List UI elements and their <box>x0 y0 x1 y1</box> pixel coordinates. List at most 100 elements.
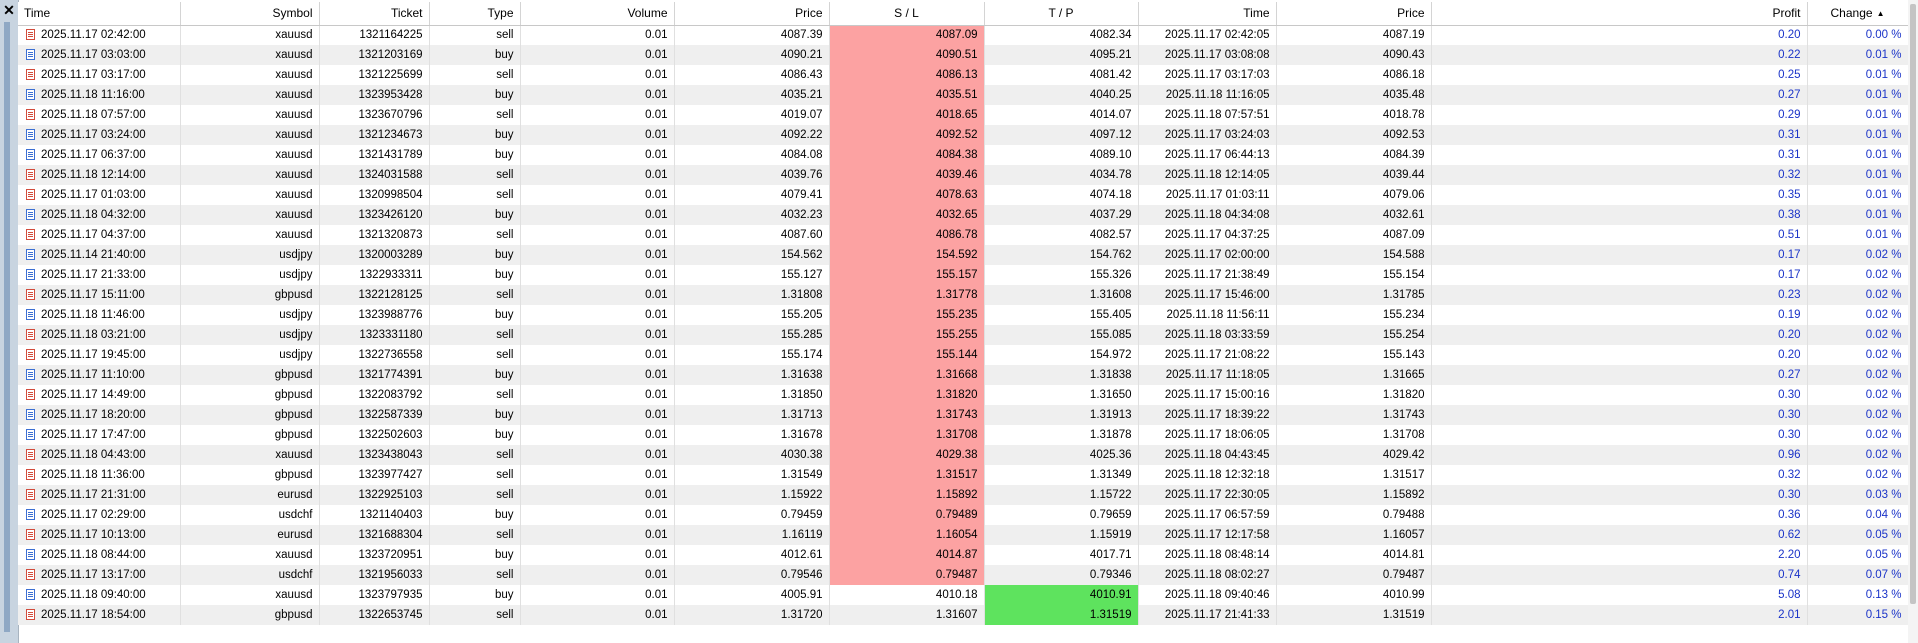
table-row[interactable]: 2025.11.18 11:36:00 gbpusd 1323977427 sell 0… <box>18 465 1908 485</box>
table-row[interactable]: 2025.11.18 11:46:00 usdjpy 1323988776 buy 0.… <box>18 305 1908 325</box>
cell-type: sell <box>429 225 521 245</box>
table-row[interactable]: 2025.11.18 04:43:00 xauusd 1323438043 sell 0… <box>18 445 1908 465</box>
table-row[interactable]: 2025.11.17 14:49:00 gbpusd 1322083792 sell 0… <box>18 385 1908 405</box>
col-header-take-profit[interactable]: T / P <box>984 2 1139 26</box>
table-row[interactable]: 2025.11.17 15:11:00 gbpusd 1322128125 sell 0… <box>18 285 1908 305</box>
cell-type: buy <box>429 585 521 605</box>
cell-change: 0.02 % <box>1807 285 1908 305</box>
col-header-volume[interactable]: Volume <box>520 2 675 26</box>
cell-open-price: 1.16119 <box>674 525 830 545</box>
cell-ticket: 1322128125 <box>319 285 430 305</box>
cell-take-profit: 0.79659 <box>984 505 1139 525</box>
cell-change: 0.01 % <box>1807 225 1908 245</box>
col-header-open-time[interactable]: Time <box>18 2 181 26</box>
cell-profit: 0.27 <box>1431 365 1808 385</box>
table-row[interactable]: 2025.11.17 21:33:00 usdjpy 1322933311 buy 0.… <box>18 265 1908 285</box>
col-header-stop-loss[interactable]: S / L <box>829 2 985 26</box>
cell-change: 0.03 % <box>1807 485 1908 505</box>
table-row[interactable]: 2025.11.18 03:21:00 usdjpy 1323331180 sell 0… <box>18 325 1908 345</box>
col-header-close-time[interactable]: Time <box>1138 2 1277 26</box>
table-row[interactable]: 2025.11.14 21:40:00 usdjpy 1320003289 buy 0.… <box>18 245 1908 265</box>
col-header-ticket[interactable]: Ticket <box>319 2 430 26</box>
cell-stop-loss: 1.31517 <box>829 465 985 485</box>
col-header-close-price[interactable]: Price <box>1276 2 1432 26</box>
cell-symbol: usdchf <box>180 505 320 525</box>
cell-profit: 0.32 <box>1431 465 1808 485</box>
cell-stop-loss: 1.31668 <box>829 365 985 385</box>
cell-ticket: 1323720951 <box>319 545 430 565</box>
cell-open-time: 2025.11.17 18:54:00 <box>18 605 181 625</box>
cell-symbol: xauusd <box>180 545 320 565</box>
table-row[interactable]: 2025.11.17 21:31:00 eurusd 1322925103 sell 0… <box>18 485 1908 505</box>
table-row[interactable]: 2025.11.17 02:29:00 usdchf 1321140403 buy 0.… <box>18 505 1908 525</box>
cell-open-price: 4030.38 <box>674 445 830 465</box>
cell-close-price: 4087.09 <box>1276 225 1432 245</box>
table-row[interactable]: 2025.11.17 10:13:00 eurusd 1321688304 sell 0… <box>18 525 1908 545</box>
panel-side-strip: ✕ <box>0 0 19 643</box>
col-header-type[interactable]: Type <box>429 2 521 26</box>
cell-take-profit: 1.31838 <box>984 365 1139 385</box>
cell-close-time: 2025.11.18 08:48:14 <box>1138 545 1277 565</box>
table-row[interactable]: 2025.11.18 11:16:00 xauusd 1323953428 buy 0.… <box>18 85 1908 105</box>
table-row[interactable]: 2025.11.17 03:17:00 xauusd 1321225699 sell 0… <box>18 65 1908 85</box>
table-row[interactable]: 2025.11.17 18:54:00 gbpusd 1322653745 sell 0… <box>18 605 1908 625</box>
cell-close-time: 2025.11.18 04:34:08 <box>1138 205 1277 225</box>
cell-change: 0.02 % <box>1807 365 1908 385</box>
cell-take-profit: 0.79346 <box>984 565 1139 585</box>
panel-title-bar <box>4 22 10 632</box>
cell-change: 0.01 % <box>1807 65 1908 85</box>
trade-history-table: Time Symbol Ticket Type Volume Price S /… <box>18 2 1908 625</box>
cell-close-price: 4079.06 <box>1276 185 1432 205</box>
cell-change: 0.07 % <box>1807 565 1908 585</box>
table-row[interactable]: 2025.11.17 03:24:00 xauusd 1321234673 buy 0.… <box>18 125 1908 145</box>
cell-profit: 0.96 <box>1431 445 1808 465</box>
table-row[interactable]: 2025.11.17 01:03:00 xauusd 1320998504 sell 0… <box>18 185 1908 205</box>
cell-stop-loss: 155.255 <box>829 325 985 345</box>
cell-take-profit: 4082.57 <box>984 225 1139 245</box>
cell-open-time: 2025.11.18 08:44:00 <box>18 545 181 565</box>
sell-order-icon <box>26 169 35 180</box>
cell-take-profit: 154.762 <box>984 245 1139 265</box>
table-row[interactable]: 2025.11.18 09:40:00 xauusd 1323797935 buy 0.… <box>18 585 1908 605</box>
table-row[interactable]: 2025.11.17 03:03:00 xauusd 1321203169 buy 0.… <box>18 45 1908 65</box>
table-row[interactable]: 2025.11.18 12:14:00 xauusd 1324031588 sell 0… <box>18 165 1908 185</box>
cell-stop-loss: 4035.51 <box>829 85 985 105</box>
table-row[interactable]: 2025.11.17 02:42:00 xauusd 1321164225 sell 0… <box>18 25 1908 45</box>
cell-open-time: 2025.11.17 18:20:00 <box>18 405 181 425</box>
cell-open-time: 2025.11.17 01:03:00 <box>18 185 181 205</box>
col-header-open-price[interactable]: Price <box>674 2 830 26</box>
cell-type: sell <box>429 165 521 185</box>
cell-type: sell <box>429 325 521 345</box>
cell-stop-loss: 4086.78 <box>829 225 985 245</box>
cell-change: 0.02 % <box>1807 345 1908 365</box>
cell-close-time: 2025.11.17 18:39:22 <box>1138 405 1277 425</box>
table-row[interactable]: 2025.11.17 11:10:00 gbpusd 1321774391 buy 0.… <box>18 365 1908 385</box>
cell-type: buy <box>429 145 521 165</box>
col-header-change[interactable]: Change ▲ <box>1807 2 1908 26</box>
cell-volume: 0.01 <box>520 345 675 365</box>
table-row[interactable]: 2025.11.17 17:47:00 gbpusd 1322502603 buy 0.… <box>18 425 1908 445</box>
table-row[interactable]: 2025.11.17 13:17:00 usdchf 1321956033 sell 0… <box>18 565 1908 585</box>
vertical-scrollbar[interactable] <box>1908 0 1918 643</box>
cell-change: 0.01 % <box>1807 85 1908 105</box>
table-row[interactable]: 2025.11.17 19:45:00 usdjpy 1322736558 sell 0… <box>18 345 1908 365</box>
scrollbar-thumb[interactable] <box>1910 4 1916 604</box>
cell-profit: 5.08 <box>1431 585 1808 605</box>
cell-close-time: 2025.11.17 18:06:05 <box>1138 425 1277 445</box>
col-header-symbol[interactable]: Symbol <box>180 2 320 26</box>
table-row[interactable]: 2025.11.18 08:44:00 xauusd 1323720951 buy 0.… <box>18 545 1908 565</box>
sell-order-icon <box>26 189 35 200</box>
cell-ticket: 1322933311 <box>319 265 430 285</box>
table-row[interactable]: 2025.11.17 06:37:00 xauusd 1321431789 buy 0.… <box>18 145 1908 165</box>
cell-profit: 0.29 <box>1431 105 1808 125</box>
table-row[interactable]: 2025.11.17 04:37:00 xauusd 1321320873 sell 0… <box>18 225 1908 245</box>
cell-close-price: 4090.43 <box>1276 45 1432 65</box>
cell-take-profit: 4025.36 <box>984 445 1139 465</box>
table-row[interactable]: 2025.11.18 07:57:00 xauusd 1323670796 sell 0… <box>18 105 1908 125</box>
cell-change: 0.01 % <box>1807 105 1908 125</box>
close-icon[interactable]: ✕ <box>2 3 16 17</box>
table-row[interactable]: 2025.11.18 04:32:00 xauusd 1323426120 buy 0.… <box>18 205 1908 225</box>
col-header-profit[interactable]: Profit <box>1431 2 1808 26</box>
table-row[interactable]: 2025.11.17 18:20:00 gbpusd 1322587339 buy 0.… <box>18 405 1908 425</box>
cell-close-price: 1.31517 <box>1276 465 1432 485</box>
